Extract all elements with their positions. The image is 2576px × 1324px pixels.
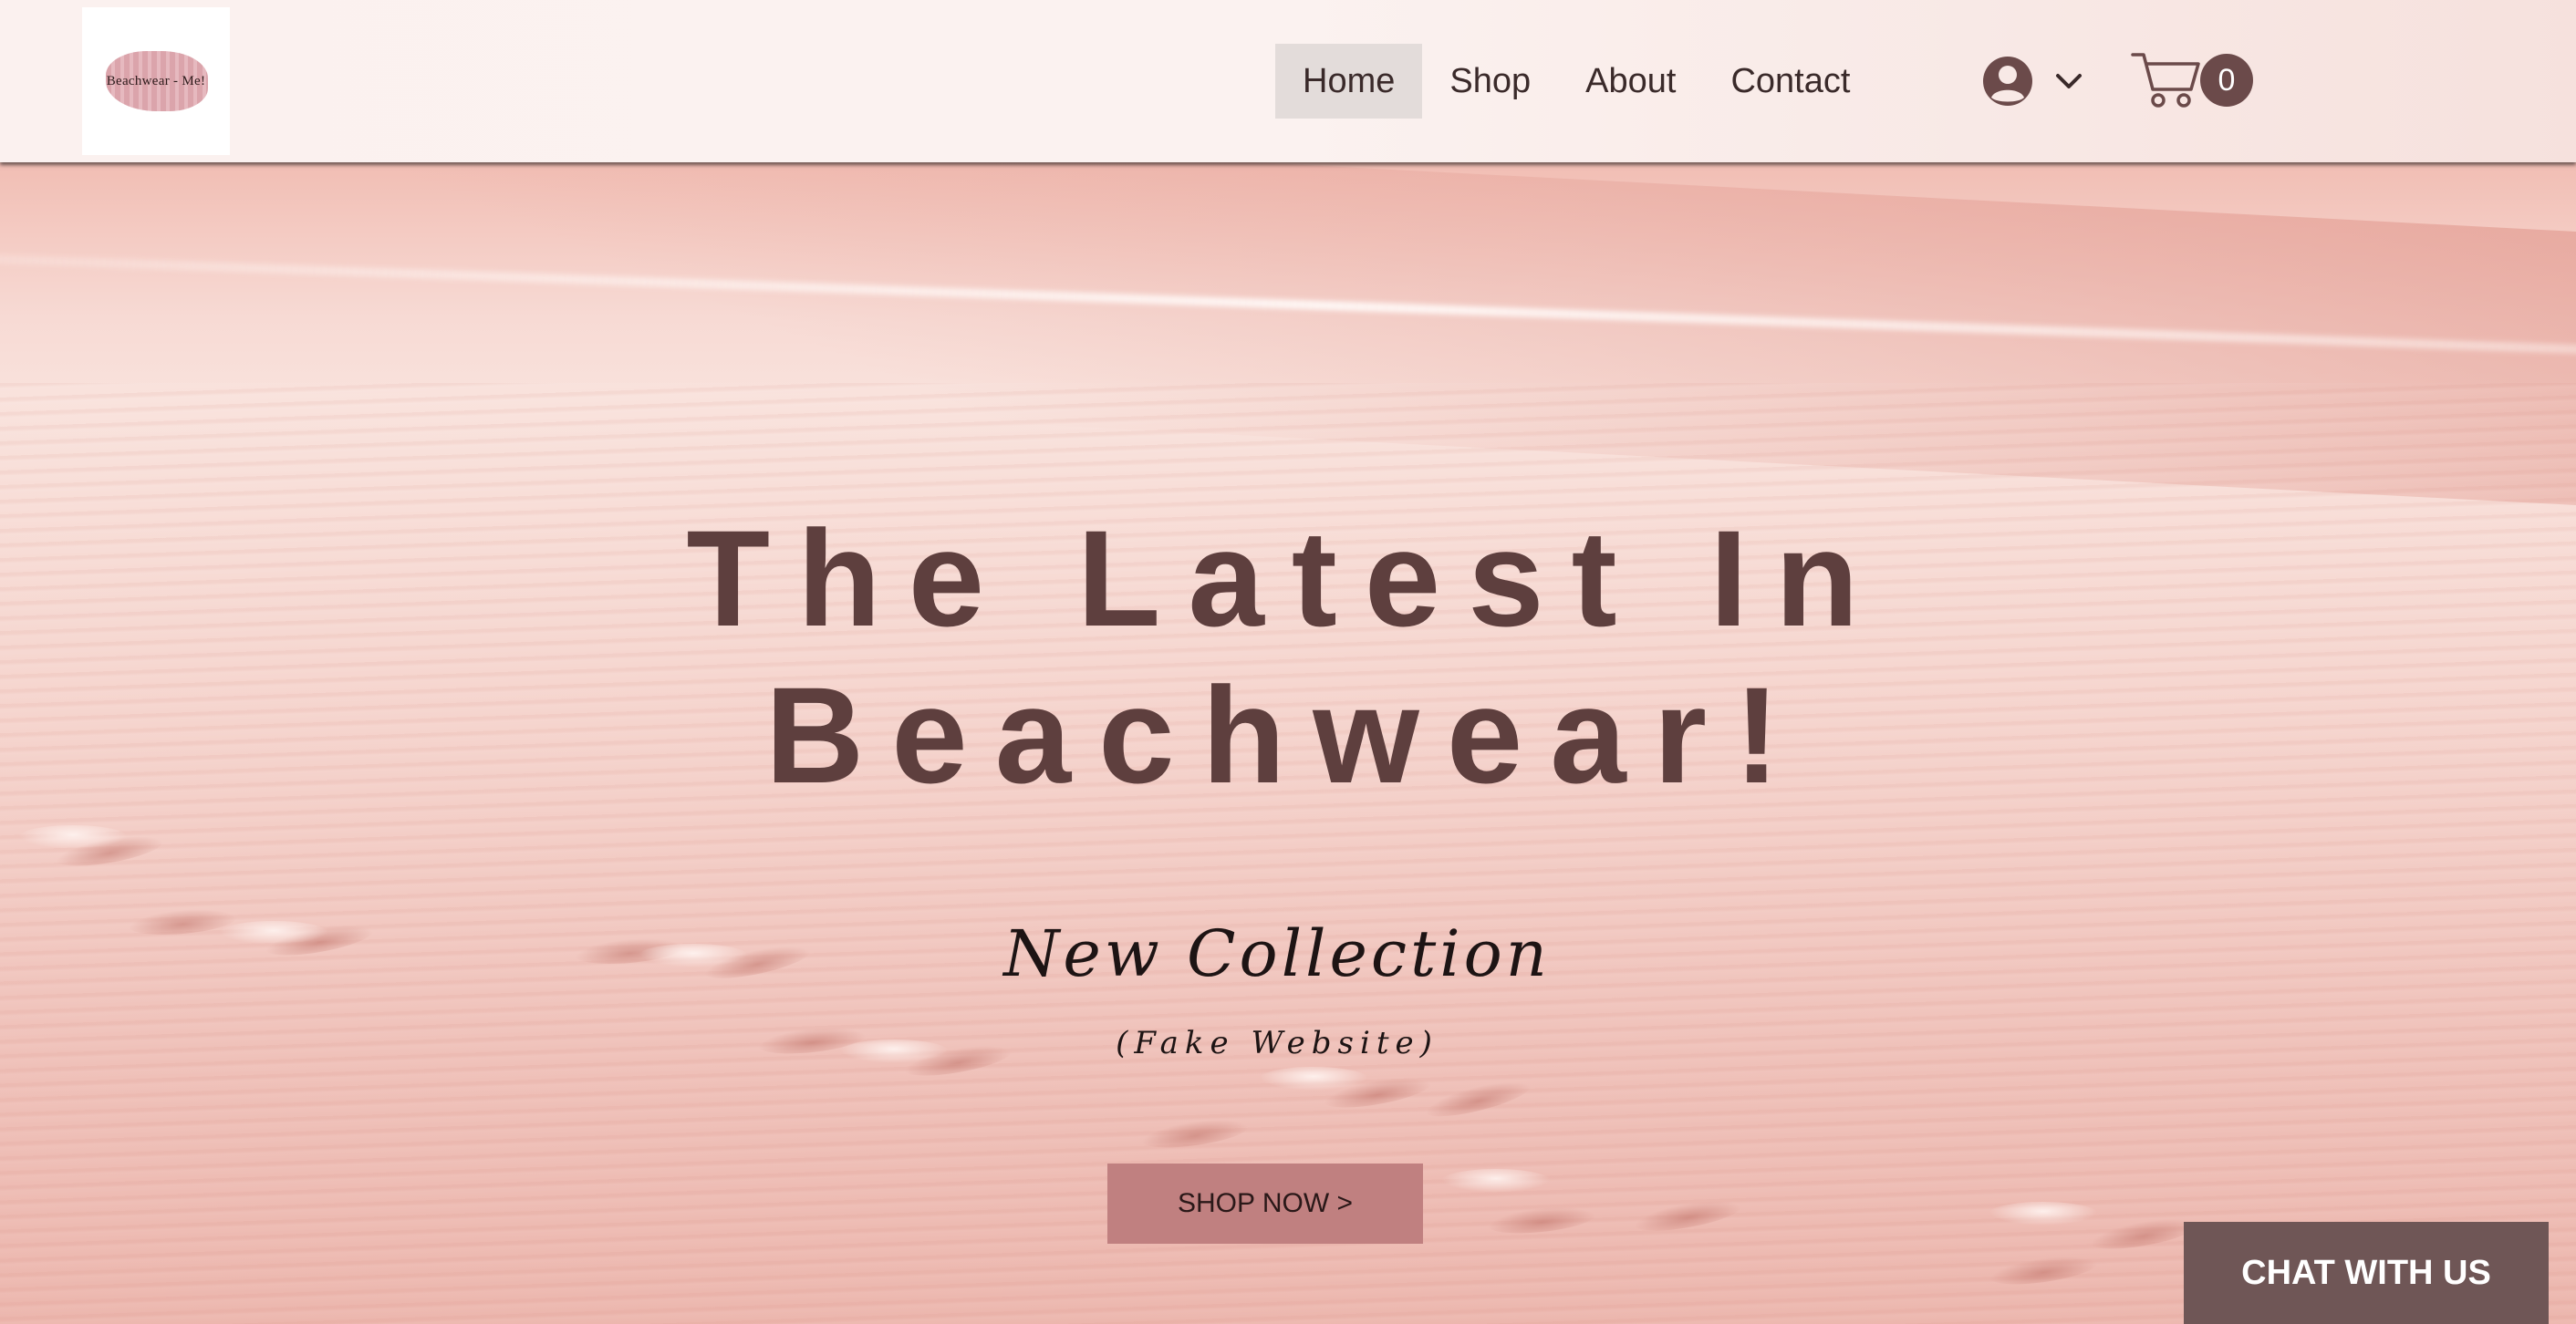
nav-item-shop[interactable]: Shop xyxy=(1422,44,1558,119)
user-avatar-icon xyxy=(1983,57,2032,106)
hero-title-line2: Beachwear! xyxy=(764,658,1808,812)
hero-note: (Fake Website) xyxy=(1116,1025,1439,1061)
account-menu[interactable] xyxy=(1981,55,2087,108)
site-header: Beachwear - Me! Home Shop About Contact … xyxy=(0,0,2576,162)
cart-count-badge: 0 xyxy=(2200,54,2253,107)
shop-now-button[interactable]: SHOP NOW > xyxy=(1107,1164,1423,1244)
hero-title-line1: The Latest In xyxy=(686,502,1886,655)
footprint xyxy=(18,825,128,849)
main-nav: Home Shop About Contact xyxy=(1275,44,1877,119)
nav-item-about[interactable]: About xyxy=(1558,44,1703,119)
logo-text: Beachwear - Me! xyxy=(106,73,206,88)
footprint xyxy=(219,921,328,945)
footprint xyxy=(1989,1202,2098,1226)
shopping-cart-icon xyxy=(2131,53,2200,108)
footprint xyxy=(639,944,748,967)
hero-subtitle: New Collection xyxy=(1003,916,1551,991)
footprint xyxy=(1441,1169,1551,1193)
chevron-down-icon xyxy=(2056,74,2082,88)
chat-with-us-button[interactable]: CHAT WITH US xyxy=(2184,1222,2549,1324)
site-logo[interactable]: Beachwear - Me! xyxy=(82,7,230,155)
nav-item-home[interactable]: Home xyxy=(1275,44,1423,119)
hero-title: The Latest In Beachwear! xyxy=(511,500,2062,813)
footprint xyxy=(1259,1067,1368,1091)
nav-item-contact[interactable]: Contact xyxy=(1703,44,1877,119)
cart-button[interactable]: 0 xyxy=(2131,51,2253,109)
